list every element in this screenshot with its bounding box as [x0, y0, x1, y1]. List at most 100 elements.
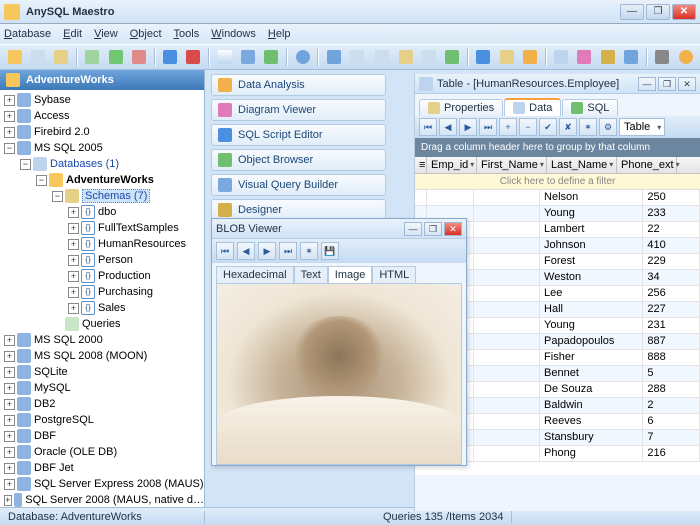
expand-icon[interactable]: + — [4, 335, 15, 346]
tb-proc-icon[interactable] — [597, 46, 618, 68]
blob-minimize[interactable]: — — [404, 222, 422, 236]
expand-icon[interactable]: + — [4, 463, 15, 474]
tb-user-icon[interactable] — [620, 46, 641, 68]
group-header[interactable]: Drag a column header here to group by th… — [415, 138, 700, 157]
expand-icon[interactable]: + — [4, 431, 15, 442]
nav-item[interactable]: Data Analysis — [211, 74, 386, 96]
nav-item[interactable]: SQL Script Editor — [211, 124, 386, 146]
expand-icon[interactable]: + — [68, 255, 79, 266]
menu-view[interactable]: View — [94, 28, 118, 40]
expand-icon[interactable]: + — [68, 239, 79, 250]
menu-object[interactable]: Object — [130, 28, 162, 40]
tb-execute-icon[interactable] — [160, 46, 181, 68]
tree-node[interactable]: −AdventureWorks — [0, 172, 204, 188]
menu-database[interactable]: Database — [4, 28, 51, 40]
tb-table-icon[interactable] — [551, 46, 572, 68]
tree-node[interactable]: +{}FullTextSamples — [0, 220, 204, 236]
blob-tab-hex[interactable]: Hexadecimal — [216, 266, 294, 283]
expand-icon[interactable]: − — [52, 191, 63, 202]
window-minimize[interactable]: — — [620, 4, 644, 20]
tree-node[interactable]: +Oracle (OLE DB) — [0, 444, 204, 460]
tb-filter-icon[interactable] — [237, 46, 258, 68]
tree-node[interactable]: +Firebird 2.0 — [0, 124, 204, 140]
tree-node[interactable]: +MS SQL 2000 — [0, 332, 204, 348]
col-phone-ext[interactable]: Phone_ext▾ — [617, 157, 677, 173]
tab-properties[interactable]: Properties — [419, 99, 503, 116]
tree-node[interactable]: +Sybase — [0, 92, 204, 108]
blob-last-icon[interactable]: ⏭ — [279, 242, 297, 260]
tree-node[interactable]: +{}Sales — [0, 300, 204, 316]
nav-refresh-icon[interactable]: ✶ — [579, 118, 597, 136]
tb-open-icon[interactable] — [51, 46, 72, 68]
expand-icon[interactable]: + — [68, 207, 79, 218]
tree-node[interactable]: +Access — [0, 108, 204, 124]
blob-tab-html[interactable]: HTML — [372, 266, 416, 283]
nav-config-icon[interactable]: ⚙ — [599, 118, 617, 136]
expand-icon[interactable]: + — [4, 95, 15, 106]
database-tree[interactable]: +Sybase+Access+Firebird 2.0−MS SQL 2005−… — [0, 90, 204, 507]
tb-refresh-icon[interactable] — [261, 46, 282, 68]
tree-node[interactable]: +DBF Jet — [0, 460, 204, 476]
col-emp-id[interactable]: Emp_id▾ — [427, 157, 477, 173]
nav-item[interactable]: Object Browser — [211, 149, 386, 171]
nav-add-icon[interactable]: + — [499, 118, 517, 136]
tree-node[interactable]: +{}Person — [0, 252, 204, 268]
nav-first-icon[interactable]: ⏮ — [419, 118, 437, 136]
table-row[interactable]: Nelson250 — [415, 190, 700, 206]
tb-view-icon[interactable] — [574, 46, 595, 68]
nav-next-icon[interactable]: ▶ — [459, 118, 477, 136]
expand-icon[interactable]: + — [4, 351, 15, 362]
tb-info-icon[interactable] — [292, 46, 313, 68]
expand-icon[interactable]: + — [68, 223, 79, 234]
menu-edit[interactable]: Edit — [63, 28, 82, 40]
tb-dup1-icon[interactable] — [372, 46, 393, 68]
tree-node[interactable]: +SQLite — [0, 364, 204, 380]
expand-icon[interactable]: − — [4, 143, 15, 154]
tree-node[interactable]: −MS SQL 2005 — [0, 140, 204, 156]
tree-node[interactable]: +MySQL — [0, 380, 204, 396]
tree-node[interactable]: +SQL Server 2008 (MAUS, native d… — [0, 492, 204, 507]
blob-restore[interactable]: ❐ — [424, 222, 442, 236]
expand-icon[interactable]: + — [68, 303, 79, 314]
tab-data[interactable]: Data — [504, 98, 561, 116]
nav-del-icon[interactable]: − — [519, 118, 537, 136]
blob-save-icon[interactable]: 💾 — [321, 242, 339, 260]
tb-search-icon[interactable] — [214, 46, 235, 68]
tree-node[interactable]: +SQL Server Express 2008 (MAUS) — [0, 476, 204, 492]
tree-node[interactable]: +DB2 — [0, 396, 204, 412]
window-maximize[interactable]: ❐ — [646, 4, 670, 20]
tb-help-icon[interactable] — [675, 46, 696, 68]
filter-row[interactable]: Click here to define a filter — [415, 174, 700, 190]
tb-remove-icon[interactable] — [128, 46, 149, 68]
expand-icon[interactable]: + — [68, 287, 79, 298]
expand-icon[interactable]: + — [4, 127, 15, 138]
tb-connect-icon[interactable] — [4, 46, 25, 68]
expand-icon[interactable]: + — [4, 383, 15, 394]
expand-icon[interactable]: − — [20, 159, 31, 170]
tb-add-icon[interactable] — [105, 46, 126, 68]
tb-sql-icon[interactable] — [473, 46, 494, 68]
tree-node[interactable]: +PostgreSQL — [0, 412, 204, 428]
expand-icon[interactable]: + — [68, 271, 79, 282]
tree-node[interactable]: +DBF — [0, 428, 204, 444]
tb-funnel-icon[interactable] — [323, 46, 344, 68]
nav-last-icon[interactable]: ⏭ — [479, 118, 497, 136]
nav-item[interactable]: Visual Query Builder — [211, 174, 386, 196]
blob-close[interactable]: ✕ — [444, 222, 462, 236]
tw-restore[interactable]: ❐ — [658, 77, 676, 91]
tb-dup4-icon[interactable] — [442, 46, 463, 68]
tree-node[interactable]: −Schemas (7) — [0, 188, 204, 204]
view-mode-combo[interactable]: Table — [619, 118, 665, 136]
col-first-name[interactable]: First_Name▾ — [477, 157, 547, 173]
blob-prev-icon[interactable]: ◀ — [237, 242, 255, 260]
expand-icon[interactable]: + — [4, 479, 15, 490]
tw-minimize[interactable]: — — [638, 77, 656, 91]
blob-tab-image[interactable]: Image — [328, 266, 373, 283]
tree-node[interactable]: +MS SQL 2008 (MOON) — [0, 348, 204, 364]
blob-tab-text[interactable]: Text — [294, 266, 328, 283]
nav-commit-icon[interactable]: ✔ — [539, 118, 557, 136]
nav-cancel-icon[interactable]: ✘ — [559, 118, 577, 136]
tb-script-icon[interactable] — [496, 46, 517, 68]
tree-node[interactable]: +{}Production — [0, 268, 204, 284]
window-close[interactable]: ✕ — [672, 4, 696, 20]
